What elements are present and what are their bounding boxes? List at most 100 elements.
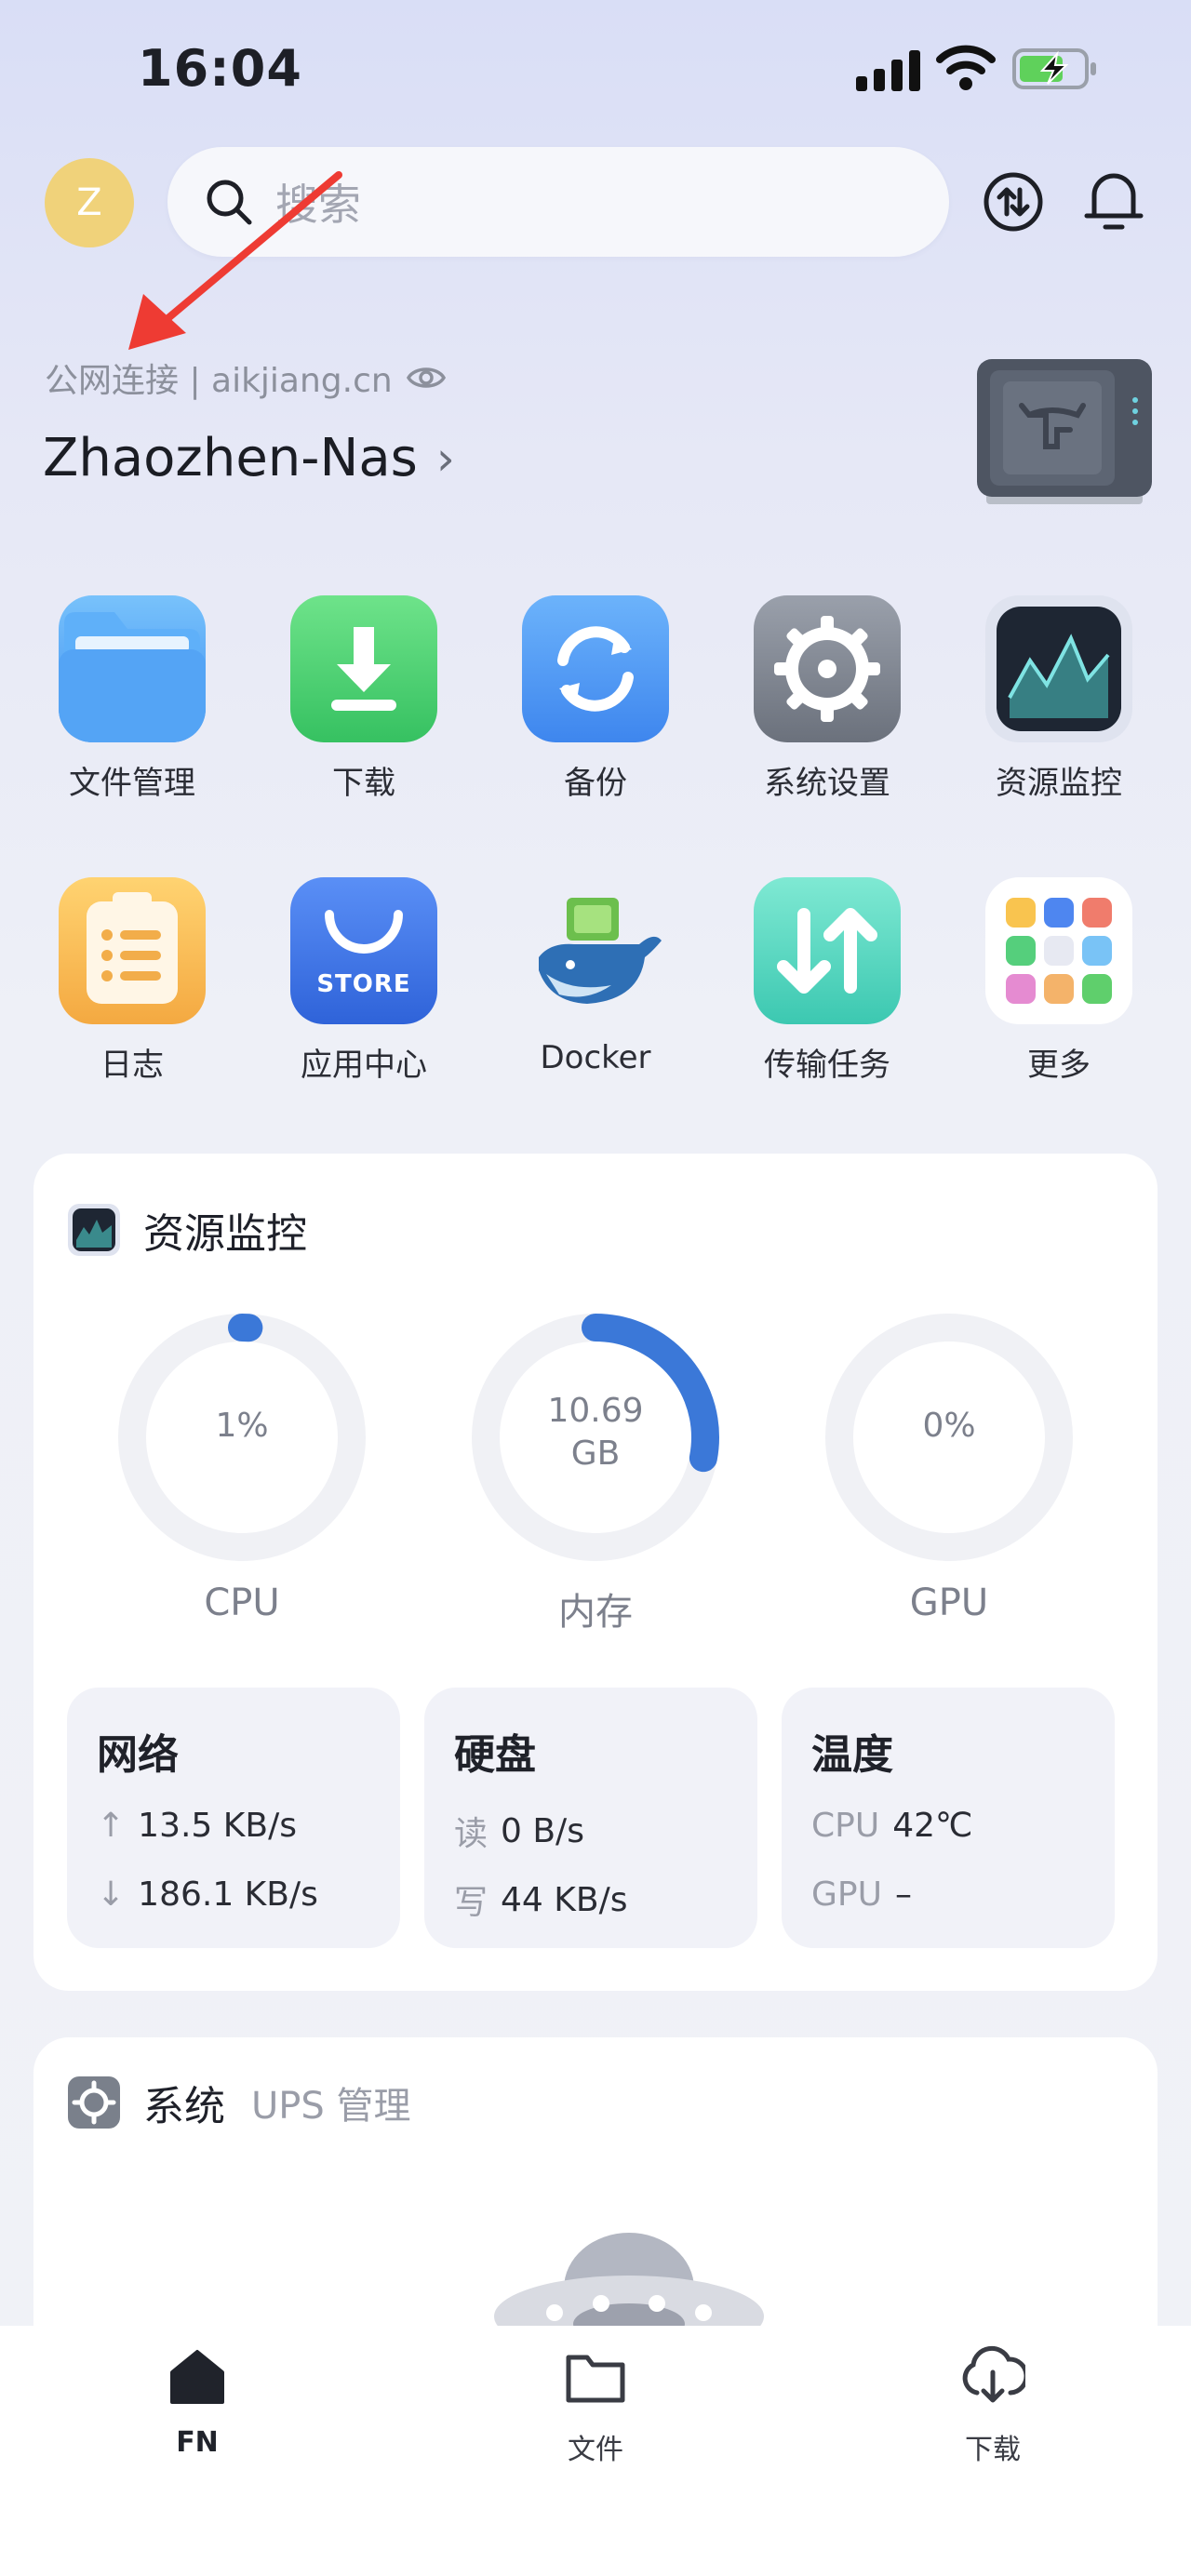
cpu-gauge-value: 1%	[116, 1405, 368, 1448]
tab-label: 文件	[568, 2434, 623, 2466]
monitor-title-text: 资源监控	[143, 1210, 307, 1258]
download-icon	[290, 595, 437, 742]
log-icon	[59, 877, 206, 1024]
memory-label: 内存	[558, 1591, 633, 1634]
app-label: 下载	[332, 765, 395, 802]
network-upload: ↑ 13.5 KB/s	[97, 1807, 297, 1845]
disk-write: 写 44 KB/s	[454, 1875, 627, 1924]
cpu-gauge: 1% CPU	[116, 1312, 368, 1624]
folder-icon	[59, 595, 206, 742]
temperature-stat[interactable]: 温度 CPU 42℃ GPU –	[782, 1688, 1115, 1948]
app-label: 应用中心	[301, 1047, 427, 1084]
transfer-icon[interactable]	[983, 171, 1044, 233]
app-system-settings[interactable]: 系统设置	[734, 595, 920, 803]
disk-read: 读 0 B/s	[454, 1807, 584, 1855]
disk-stat[interactable]: 硬盘 读 0 B/s 写 44 KB/s	[424, 1688, 757, 1948]
nas-device-image	[977, 359, 1152, 504]
temp-cpu-label: CPU	[811, 1807, 880, 1845]
device-name-link[interactable]: Zhaozhen-Nas ›	[43, 428, 455, 488]
temp-gpu-label: GPU	[811, 1875, 882, 1914]
avatar-letter: Z	[76, 181, 102, 224]
app-label: 资源监控	[996, 765, 1122, 802]
memory-value: 10.69	[547, 1392, 644, 1430]
app-more[interactable]: 更多	[966, 877, 1152, 1085]
app-label: 文件管理	[69, 765, 195, 802]
gpu-label: GPU	[909, 1582, 989, 1624]
wifi-icon	[936, 45, 996, 90]
store-text: STORE	[316, 970, 411, 998]
write-rate: 44 KB/s	[501, 1880, 628, 1919]
connection-info: 公网连接 | aikjiang.cn	[45, 354, 447, 402]
resource-monitor-card[interactable]: 资源监控 1% CPU 10.69 GB 内存 0% GPU 网络 ↑ 13.5…	[33, 1154, 1158, 1991]
memory-gauge: 10.69 GB 内存	[470, 1312, 721, 1635]
backup-icon	[522, 595, 669, 742]
red-arrow-annotation	[128, 171, 342, 350]
temp-cpu-value: 42℃	[892, 1807, 973, 1845]
more-icon	[985, 877, 1132, 1024]
gpu-gauge: 0% GPU	[823, 1312, 1075, 1624]
monitor-small-icon	[68, 1204, 120, 1256]
app-transfer-tasks[interactable]: 传输任务	[734, 877, 920, 1085]
folder-tab-icon	[566, 2355, 625, 2403]
network-title: 网络	[97, 1731, 179, 1779]
disk-title: 硬盘	[454, 1731, 536, 1779]
system-gear-icon	[68, 2076, 120, 2129]
download-rate: 186.1 KB/s	[138, 1875, 318, 1914]
tab-label: FN	[176, 2426, 219, 2459]
gear-icon	[754, 595, 901, 742]
write-label: 写	[454, 1884, 488, 1922]
app-label: 系统设置	[764, 765, 890, 802]
app-store[interactable]: STORE 应用中心	[271, 877, 457, 1085]
tab-fn[interactable]: FN	[95, 2344, 300, 2459]
system-title: 系统	[143, 2083, 225, 2130]
eye-icon[interactable]	[406, 363, 447, 393]
upload-rate: 13.5 KB/s	[138, 1807, 297, 1845]
read-label: 读	[454, 1815, 488, 1853]
gpu-gauge-value: 0%	[823, 1405, 1075, 1448]
battery-icon	[1012, 48, 1096, 89]
network-stat[interactable]: 网络 ↑ 13.5 KB/s ↓ 186.1 KB/s	[67, 1688, 400, 1948]
system-card-title: 系统 UPS 管理	[67, 2073, 411, 2132]
memory-value-unit: GB	[570, 1435, 621, 1473]
connection-text: 公网连接 | aikjiang.cn	[45, 362, 393, 400]
app-resource-monitor[interactable]: 资源监控	[966, 595, 1152, 803]
app-label: 日志	[100, 1047, 164, 1084]
cpu-value: 1%	[215, 1407, 269, 1445]
temp-gpu: GPU –	[811, 1875, 912, 1914]
arrow-down-icon: ↓	[97, 1875, 126, 1914]
cpu-label: CPU	[204, 1582, 280, 1624]
monitor-card-title: 资源监控	[67, 1200, 307, 1260]
tab-download[interactable]: 下载	[890, 2344, 1095, 2467]
store-icon: STORE	[290, 877, 437, 1024]
read-rate: 0 B/s	[501, 1811, 584, 1850]
tab-files[interactable]: 文件	[493, 2344, 698, 2467]
app-backup[interactable]: 备份	[502, 595, 689, 803]
monitor-icon	[985, 595, 1132, 742]
system-subtitle[interactable]: UPS 管理	[251, 2075, 411, 2129]
app-label: Docker	[540, 1039, 651, 1076]
app-log[interactable]: 日志	[39, 877, 225, 1085]
download-tab-icon	[962, 2345, 1029, 2403]
memory-gauge-value: 10.69 GB	[470, 1390, 721, 1475]
app-file-manager[interactable]: 文件管理	[39, 595, 225, 803]
app-docker[interactable]: Docker	[502, 877, 689, 1076]
docker-icon	[522, 877, 669, 1024]
home-icon	[170, 2350, 224, 2404]
temperature-title: 温度	[811, 1731, 893, 1779]
cellular-signal-icon	[856, 48, 921, 91]
network-download: ↓ 186.1 KB/s	[97, 1875, 318, 1914]
app-download[interactable]: 下载	[271, 595, 457, 803]
app-label: 备份	[564, 765, 627, 802]
chevron-right-icon: ›	[435, 431, 455, 486]
gpu-value: 0%	[922, 1407, 976, 1445]
bell-icon[interactable]	[1081, 167, 1146, 234]
app-label: 传输任务	[764, 1047, 890, 1084]
temp-cpu: CPU 42℃	[811, 1807, 972, 1845]
arrow-up-icon: ↑	[97, 1807, 126, 1845]
tab-label: 下载	[965, 2434, 1021, 2466]
device-name: Zhaozhen-Nas	[43, 428, 418, 488]
app-label: 更多	[1027, 1047, 1091, 1084]
transfer-task-icon	[754, 877, 901, 1024]
temp-gpu-value: –	[894, 1875, 912, 1914]
status-time: 16:04	[138, 39, 302, 98]
